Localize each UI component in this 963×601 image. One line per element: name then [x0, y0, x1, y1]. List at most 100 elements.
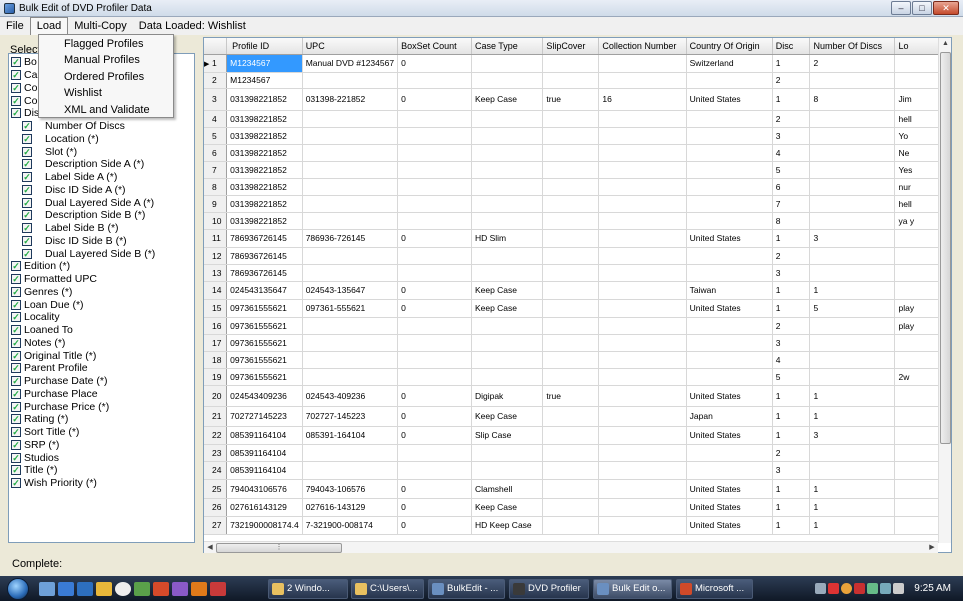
- row-header[interactable]: 10: [204, 212, 228, 230]
- table-cell[interactable]: 7321900008174.4: [226, 516, 303, 535]
- table-cell[interactable]: 024543409236: [226, 385, 303, 407]
- table-cell[interactable]: Keep Case: [471, 299, 544, 318]
- table-cell[interactable]: [598, 72, 687, 89]
- field-checkbox-row[interactable]: ✓ Sort Title (*): [11, 426, 79, 439]
- table-cell[interactable]: [686, 368, 773, 386]
- quick-launch-icon[interactable]: [58, 581, 74, 596]
- table-row[interactable]: 7 031398221852 5 Yes: [204, 161, 951, 179]
- field-checkbox-row[interactable]: ✓ Bo: [11, 56, 37, 69]
- table-cell[interactable]: [598, 498, 687, 517]
- table-cell[interactable]: [542, 516, 600, 535]
- table-cell[interactable]: [686, 178, 773, 196]
- table-cell[interactable]: [302, 334, 399, 352]
- table-cell[interactable]: 0: [397, 385, 472, 407]
- table-cell[interactable]: 0: [397, 479, 472, 499]
- table-cell[interactable]: [397, 144, 472, 162]
- table-cell[interactable]: [809, 368, 896, 386]
- row-header[interactable]: 25: [204, 479, 228, 499]
- table-cell[interactable]: [598, 144, 687, 162]
- checkbox[interactable]: ✓: [11, 388, 21, 399]
- table-cell[interactable]: [809, 161, 896, 179]
- row-header[interactable]: 18: [204, 351, 228, 369]
- table-cell[interactable]: 031398221852: [226, 110, 303, 128]
- table-cell[interactable]: [542, 144, 600, 162]
- table-cell[interactable]: 031398221852: [226, 127, 303, 145]
- tray-icon[interactable]: [841, 583, 853, 594]
- close-button[interactable]: ✕: [933, 1, 959, 15]
- field-checkbox-row[interactable]: ✓ Loaned To: [11, 324, 73, 337]
- table-cell[interactable]: 3: [809, 426, 896, 445]
- table-cell[interactable]: [598, 461, 687, 480]
- table-cell[interactable]: [686, 351, 773, 369]
- table-cell[interactable]: United States: [686, 479, 773, 499]
- table-cell[interactable]: 0: [397, 516, 472, 535]
- table-cell[interactable]: [809, 195, 896, 213]
- row-header[interactable]: 11: [204, 229, 228, 248]
- row-header[interactable]: 21: [204, 406, 228, 427]
- column-header[interactable]: Number Of Discs: [809, 38, 896, 55]
- row-header[interactable]: 14: [204, 281, 228, 300]
- table-cell[interactable]: [686, 127, 773, 145]
- table-row[interactable]: ▶ 1 M1234567 Manual DVD #1234567 0 Switzerlan…: [204, 54, 951, 73]
- table-cell[interactable]: Keep Case: [471, 406, 544, 427]
- table-row[interactable]: 8 031398221852 6 nur: [204, 178, 951, 196]
- table-cell[interactable]: 027616143129: [226, 498, 303, 517]
- checkbox[interactable]: ✓: [22, 172, 32, 183]
- field-checkbox-row[interactable]: ✓ Edition (*): [11, 260, 70, 273]
- table-cell[interactable]: 024543-135647: [302, 281, 399, 300]
- table-cell[interactable]: [471, 444, 544, 462]
- table-cell[interactable]: 4: [772, 144, 811, 162]
- grid-vertical-scrollbar[interactable]: ▲: [938, 38, 951, 543]
- table-cell[interactable]: 5: [809, 299, 896, 318]
- table-cell[interactable]: Digipak: [471, 385, 544, 407]
- table-row[interactable]: 25 794043106576 794043-106576 0 Clamshell Uni…: [204, 479, 951, 499]
- table-cell[interactable]: [809, 247, 896, 265]
- quick-launch-icon[interactable]: [210, 581, 226, 596]
- checkbox[interactable]: ✓: [22, 146, 32, 157]
- field-checkbox-row[interactable]: ✓ Description Side A (*): [22, 158, 144, 171]
- table-row[interactable]: 26 027616143129 027616-143129 0 Keep Case Uni…: [204, 498, 951, 517]
- checkbox[interactable]: ✓: [11, 57, 21, 68]
- table-cell[interactable]: United States: [686, 88, 773, 111]
- checkbox[interactable]: ✓: [22, 121, 32, 132]
- table-cell[interactable]: [471, 144, 544, 162]
- table-cell[interactable]: 3: [772, 127, 811, 145]
- table-cell[interactable]: [471, 334, 544, 352]
- table-cell[interactable]: 702727-145223: [302, 406, 399, 427]
- column-header[interactable]: UPC: [302, 38, 399, 55]
- checkbox[interactable]: ✓: [11, 95, 21, 106]
- field-checkbox-row[interactable]: ✓ Formatted UPC: [11, 273, 97, 286]
- table-cell[interactable]: 0: [397, 281, 472, 300]
- table-cell[interactable]: 0: [397, 406, 472, 427]
- table-cell[interactable]: [598, 385, 687, 407]
- table-row[interactable]: 27 7321900008174.4 7-321900-008174 0 HD Keep…: [204, 516, 951, 535]
- table-row[interactable]: 11 786936726145 786936-726145 0 HD Slim Unite…: [204, 229, 951, 248]
- column-header[interactable]: Case Type: [471, 38, 544, 55]
- row-header[interactable]: 15: [204, 299, 228, 318]
- table-cell[interactable]: [302, 461, 399, 480]
- taskbar-button-dvd-profiler[interactable]: DVD Profiler: [509, 579, 589, 599]
- start-button[interactable]: [0, 576, 36, 601]
- table-cell[interactable]: [542, 334, 600, 352]
- table-cell[interactable]: [397, 444, 472, 462]
- checkbox[interactable]: ✓: [11, 439, 21, 450]
- tray-icon[interactable]: [867, 583, 879, 594]
- table-cell[interactable]: 085391164104: [226, 444, 303, 462]
- field-checkbox-row[interactable]: ✓ Notes (*): [11, 337, 65, 350]
- table-cell[interactable]: [686, 144, 773, 162]
- checkbox[interactable]: ✓: [11, 337, 21, 348]
- table-cell[interactable]: [302, 110, 399, 128]
- table-cell[interactable]: Clamshell: [471, 479, 544, 499]
- table-cell[interactable]: [471, 368, 544, 386]
- table-cell[interactable]: 2: [809, 54, 896, 73]
- table-cell[interactable]: [598, 426, 687, 445]
- table-cell[interactable]: [598, 54, 687, 73]
- table-cell[interactable]: [302, 247, 399, 265]
- checkbox[interactable]: ✓: [22, 184, 32, 195]
- quick-launch-icon[interactable]: [172, 581, 188, 596]
- table-cell[interactable]: 6: [772, 178, 811, 196]
- table-cell[interactable]: 2: [772, 444, 811, 462]
- field-checkbox-row[interactable]: ✓ Purchase Place: [11, 388, 98, 401]
- table-cell[interactable]: [598, 281, 687, 300]
- table-cell[interactable]: 031398221852: [226, 161, 303, 179]
